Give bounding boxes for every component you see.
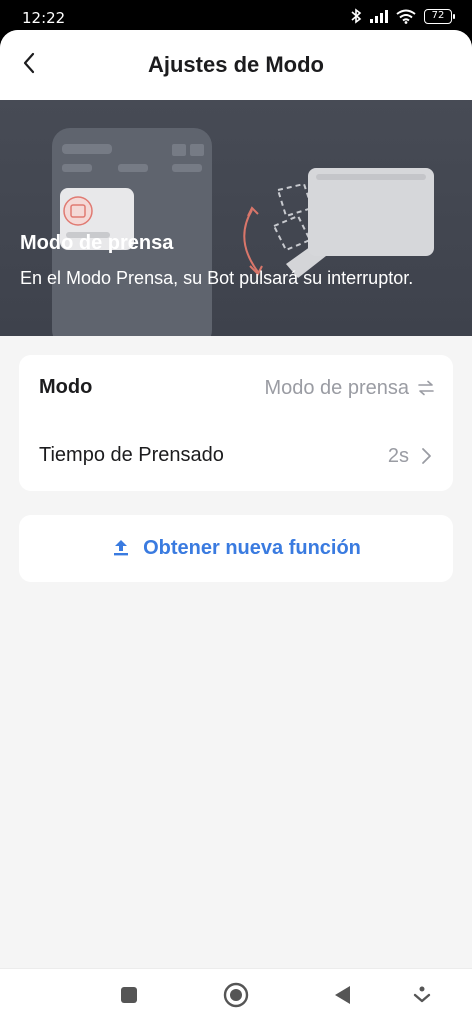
swap-icon [417, 379, 435, 397]
press-time-label: Tiempo de Prensado [39, 444, 224, 466]
hero-banner: Modo de prensa En el Modo Prensa, su Bot… [0, 100, 472, 336]
get-new-feature-label: Obtener nueva función [143, 537, 361, 559]
signal-icon [370, 9, 388, 23]
feature-button-content: Obtener nueva función [19, 515, 453, 582]
header: Ajustes de Modo [0, 30, 472, 100]
recents-button[interactable] [115, 983, 143, 1011]
chevron-right-icon [417, 447, 435, 465]
mode-label: Modo [39, 376, 93, 398]
home-button[interactable] [222, 982, 250, 1012]
battery-icon: 72 [424, 8, 455, 24]
app-screen: Ajustes de Modo Modo de prensa En el Mod… [0, 30, 472, 1024]
back-nav-button[interactable] [328, 983, 356, 1011]
press-mode-illustration [52, 128, 434, 336]
system-nav-bar [0, 968, 472, 1024]
upload-icon [111, 537, 131, 561]
status-icons: 72 [350, 8, 455, 24]
settings-card: Modo Modo de prensa Tiempo de Prensado 2… [19, 355, 453, 491]
square-icon [119, 985, 139, 1009]
status-time: 12:22 [22, 9, 66, 27]
press-time-value: 2s [387, 445, 409, 467]
get-new-feature-button[interactable]: Obtener nueva función [19, 515, 453, 582]
menu-down-button[interactable] [408, 983, 436, 1011]
home-circle-icon [223, 982, 249, 1012]
mode-value: Modo de prensa [264, 377, 409, 399]
hero-description: En el Modo Prensa, su Bot pulsará su int… [20, 268, 414, 288]
hero-title: Modo de prensa [20, 232, 174, 254]
page-title: Ajustes de Modo [147, 52, 324, 77]
bluetooth-icon [350, 8, 362, 24]
wifi-icon [396, 9, 416, 24]
back-triangle-icon [332, 984, 352, 1010]
press-time-row[interactable]: Tiempo de Prensado 2s [19, 423, 453, 491]
mode-row[interactable]: Modo Modo de prensa [19, 355, 453, 423]
down-menu-icon [413, 985, 431, 1009]
